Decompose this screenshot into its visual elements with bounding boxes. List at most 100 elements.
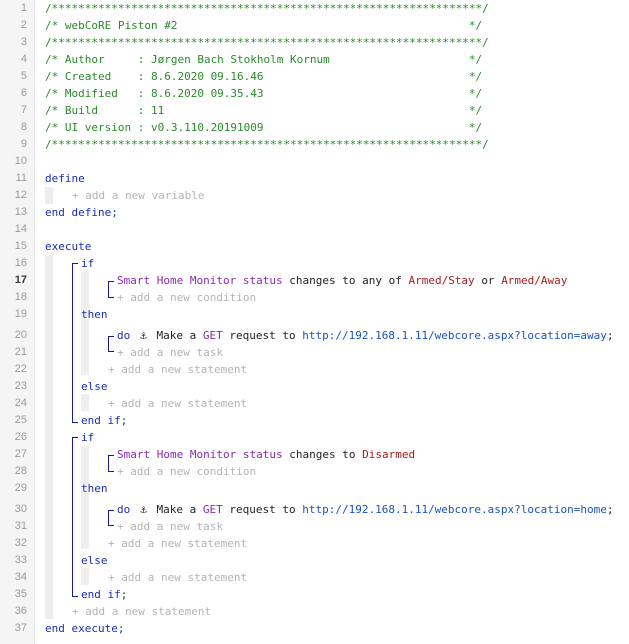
if-keyword-1[interactable]: if (81, 255, 94, 272)
condition-1[interactable]: Smart Home Monitor status changes to any… (117, 272, 567, 289)
line-number: 11 (15, 172, 27, 184)
line-number: 23 (14, 380, 27, 392)
attribute-status: status (242, 274, 283, 287)
do-keyword-2: do (117, 503, 131, 516)
else-keyword-2[interactable]: else (81, 552, 108, 569)
anchor-icon: ⚓ (140, 329, 147, 342)
do-statement-1[interactable]: do ⚓ Make a GET request to http://192.16… (117, 327, 614, 344)
line-number: 4 (20, 53, 27, 65)
value-disarmed: Disarmed (362, 448, 416, 461)
http-method: GET (202, 503, 223, 516)
indent-guide-define (45, 187, 53, 204)
line-number: 28 (14, 465, 27, 477)
end-if-keyword-1[interactable]: end if; (81, 412, 127, 429)
do-block-bracket-2 (108, 510, 114, 526)
line-number: 30 (14, 503, 27, 515)
add-condition-link-1[interactable]: + add a new condition (117, 289, 256, 306)
condition-2[interactable]: Smart Home Monitor status changes to Dis… (117, 446, 415, 463)
line-number: 35 (14, 588, 27, 600)
request-url-away: http://192.168.1.11/webcore.aspx?locatio… (302, 329, 607, 342)
line-number: 5 (20, 70, 27, 82)
indent-guide-if1 (81, 272, 89, 375)
end-define-keyword[interactable]: end define; (45, 204, 118, 221)
line-number: 16 (14, 257, 27, 269)
anchor-icon: ⚓ (140, 503, 147, 516)
line-number: 31 (14, 520, 27, 532)
statement-terminator: ; (606, 503, 614, 516)
value-armed-away: Armed/Away (501, 274, 568, 287)
task-request-to: request to (229, 329, 296, 342)
add-statement-link-else-1[interactable]: + add a new statement (108, 395, 247, 412)
add-task-link-1[interactable]: + add a new task (117, 344, 223, 361)
value-armed-stay: Armed/Stay (408, 274, 475, 287)
line-number: 14 (14, 223, 27, 235)
if-block-bracket-2 (72, 437, 78, 597)
if-keyword-2[interactable]: if (81, 429, 94, 446)
line-number: 3 (20, 36, 27, 48)
statement-terminator: ; (606, 329, 614, 342)
line-number: 1 (20, 2, 27, 14)
task-request-to: request to (229, 503, 296, 516)
line-number: 8 (20, 121, 27, 133)
else-keyword-1[interactable]: else (81, 378, 108, 395)
operator-changes-any: changes to any of (289, 274, 402, 287)
header-modified: /* Modified : 8.6.2020 09.35.43 */ (45, 87, 483, 100)
end-if-keyword-2[interactable]: end if; (81, 586, 127, 603)
then-keyword-2[interactable]: then (81, 480, 108, 497)
device-smart: Smart (117, 448, 151, 461)
line-number: 12 (14, 189, 27, 201)
line-number: 25 (14, 414, 27, 426)
task-make-a: Make a (156, 503, 197, 516)
line-number: 17 (14, 274, 27, 286)
header-ui-version: /* UI version : v0.3.110.20191009 */ (45, 121, 483, 134)
header-created: /* Created : 8.6.2020 09.16.46 */ (45, 70, 483, 83)
line-number: 29 (14, 482, 27, 494)
condition-bracket-2 (108, 455, 114, 472)
header-title: /* webCoRE Piston #2 */ (45, 19, 483, 32)
line-number: 18 (14, 291, 27, 303)
http-method: GET (202, 329, 223, 342)
line-number: 32 (14, 537, 27, 549)
add-variable-link[interactable]: + add a new variable (72, 187, 204, 204)
execute-keyword[interactable]: execute (45, 238, 91, 255)
attribute-status: status (242, 448, 283, 461)
indent-guide-if2 (81, 446, 89, 549)
add-statement-link-then-1[interactable]: + add a new statement (108, 361, 247, 378)
line-number: 26 (14, 431, 27, 443)
add-statement-link-then-2[interactable]: + add a new statement (108, 535, 247, 552)
indent-guide-execute (45, 255, 53, 619)
add-task-link-2[interactable]: + add a new task (117, 518, 223, 535)
end-execute-keyword[interactable]: end execute; (45, 620, 124, 637)
device-home: Home (156, 274, 184, 287)
line-number: 22 (14, 363, 27, 375)
condition-bracket-1 (108, 281, 114, 298)
device-monitor: Monitor (189, 274, 237, 287)
define-keyword[interactable]: define (45, 170, 85, 187)
add-statement-link-else-2[interactable]: + add a new statement (108, 569, 247, 586)
header-build: /* Build : 11 */ (45, 104, 483, 117)
then-keyword-1[interactable]: then (81, 306, 108, 323)
task-make-a: Make a (156, 329, 197, 342)
device-monitor: Monitor (189, 448, 237, 461)
do-keyword-1: do (117, 329, 131, 342)
line-number: 10 (14, 155, 27, 167)
device-home: Home (156, 448, 184, 461)
add-statement-link-execute[interactable]: + add a new statement (72, 603, 211, 620)
device-smart: Smart (117, 274, 151, 287)
line-number: 15 (14, 240, 27, 252)
add-condition-link-2[interactable]: + add a new condition (117, 463, 256, 480)
line-number: 27 (14, 448, 27, 460)
line-number-gutter: 1 2 3 4 5 6 7 8 9 10 11 12 13 14 15 16 17 18 19 20 21 22 23 24 2… (0, 0, 35, 644)
piston-code-editor: 1 2 3 4 5 6 7 8 9 10 11 12 13 14 15 16 17 18 19 20 21 22 23 24 2… (0, 0, 629, 644)
line-number: 37 (14, 622, 27, 634)
line-number: 7 (20, 104, 27, 116)
if-block-bracket-1 (72, 263, 78, 423)
line-number: 33 (14, 554, 27, 566)
line-number: 9 (20, 138, 27, 150)
line-number: 21 (14, 346, 27, 358)
line-number: 36 (14, 605, 27, 617)
header-border-top: /***************************************… (45, 2, 489, 15)
line-number: 20 (14, 329, 27, 341)
header-author: /* Author : Jørgen Bach Stokholm Kornum … (45, 53, 483, 66)
do-statement-2[interactable]: do ⚓ Make a GET request to http://192.16… (117, 501, 614, 518)
